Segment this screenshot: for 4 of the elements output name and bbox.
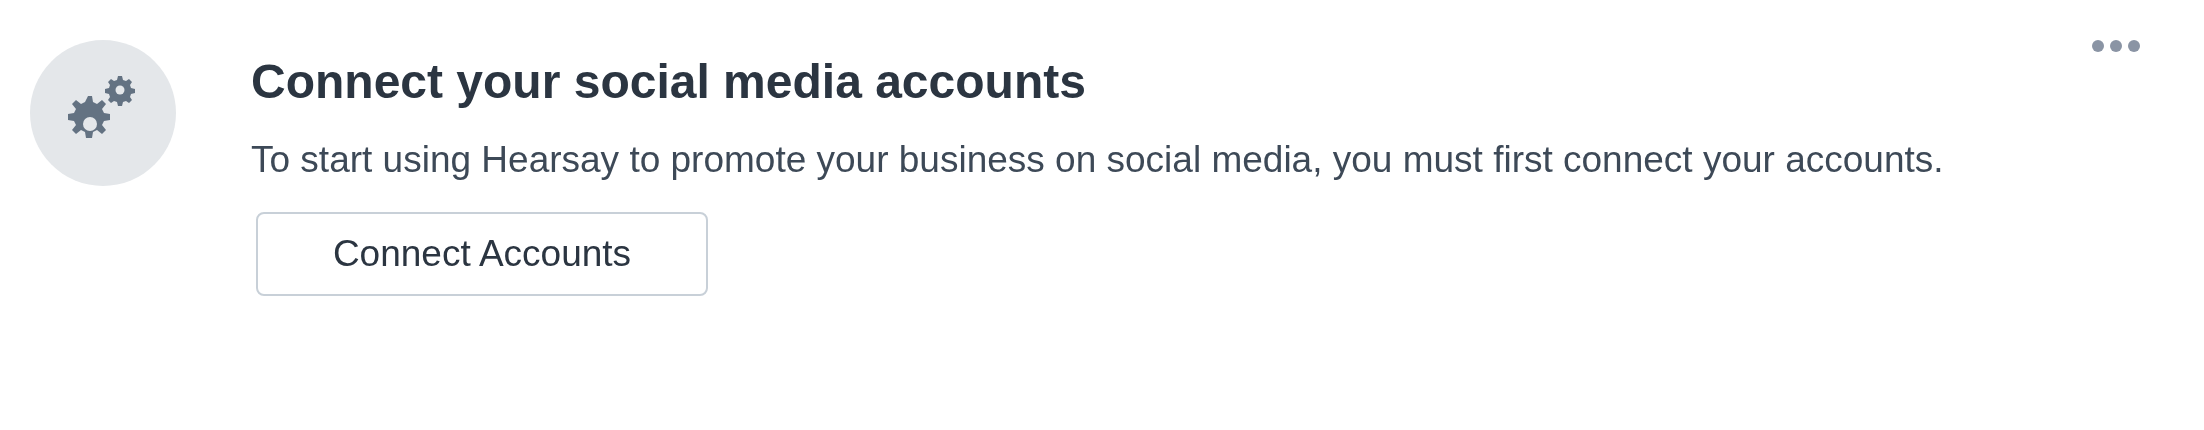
- card-title: Connect your social media accounts: [251, 54, 1087, 110]
- more-options-icon[interactable]: [2090, 38, 2142, 54]
- card-description: To start using Hearsay to promote your business on social media, you must first connect your accounts.: [251, 138, 1945, 182]
- connect-accounts-button[interactable]: Connect Accounts: [256, 212, 708, 296]
